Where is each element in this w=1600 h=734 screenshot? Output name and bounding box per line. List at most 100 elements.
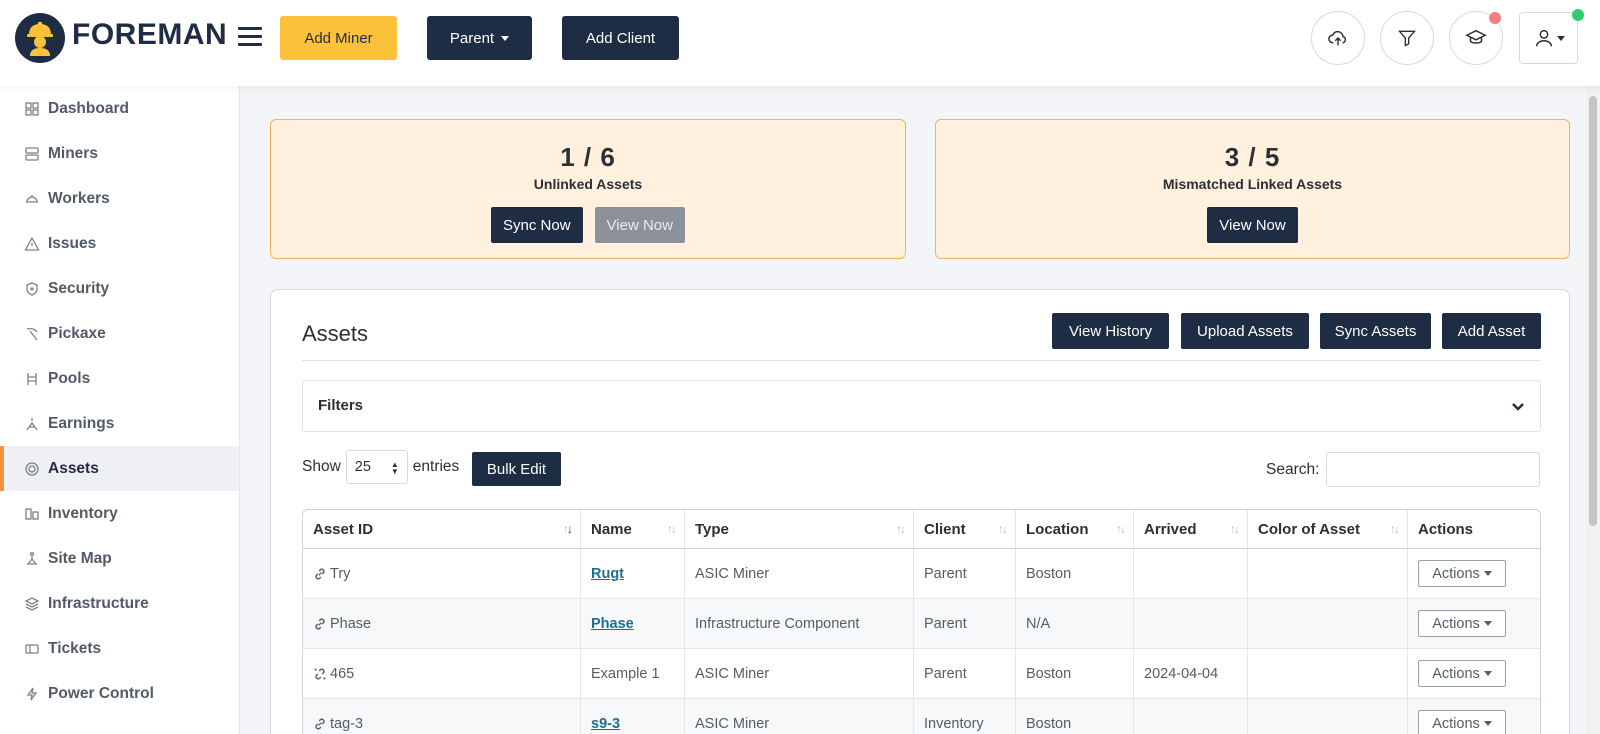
cell-name: Example 1 [581,649,685,698]
add-client-button[interactable]: Add Client [562,16,679,60]
column-header-label: Actions [1418,520,1474,538]
sidebar-item-miners[interactable]: Miners [0,131,239,176]
filters-accordion[interactable]: Filters [302,380,1541,432]
add-client-label: Add Client [585,29,656,47]
sidebar-item-label: Earnings [48,414,115,432]
foreman-logo-icon[interactable] [15,13,65,63]
cloud-upload-icon [1328,30,1347,46]
cell-color [1248,649,1408,698]
sidebar-item-pools[interactable]: Pools [0,356,239,401]
column-header-label: Color of Asset [1258,520,1360,538]
column-header-asset-id[interactable]: Asset ID ↑↓ [303,510,581,548]
column-header-type[interactable]: Type ↑↓ [685,510,914,548]
column-header-client[interactable]: Client ↑↓ [914,510,1016,548]
chevron-down-icon [1512,403,1524,411]
sort-icon[interactable]: ↑↓ [1390,522,1400,536]
column-header-label: Asset ID [313,520,374,538]
caret-down-icon [1483,671,1492,676]
sidebar-item-label: Pickaxe [48,324,106,342]
sort-icon[interactable]: ↑↓ [896,522,906,536]
parent-dropdown-button[interactable]: Parent [427,16,532,60]
entries-select[interactable]: 25 ▲ ▼ [345,450,408,484]
column-header-arrived[interactable]: Arrived ↑↓ [1134,510,1248,548]
column-header-color-of-asset[interactable]: Color of Asset ↑↓ [1248,510,1408,548]
show-entries: Show 25 ▲ ▼ entries [302,450,459,484]
cell-text: Infrastructure Component [695,615,860,632]
sidebar-item-workers[interactable]: Workers [0,176,239,221]
row-actions-button[interactable]: Actions [1418,560,1506,587]
actions-label: Actions [1432,715,1480,732]
view-now-mismatched-button[interactable]: View Now [1207,207,1298,243]
row-actions-button[interactable]: Actions [1418,710,1506,734]
search-input[interactable] [1326,452,1540,487]
sidebar-item-site-map[interactable]: Site Map [0,536,239,581]
caret-down-icon [1483,571,1492,576]
cell-name: s9-3 [581,699,685,734]
sidebar-item-label: Pools [48,369,91,387]
online-status-dot [1572,9,1584,21]
sidebar-item-assets[interactable]: Assets [0,446,239,491]
cell-arrived [1134,599,1248,648]
sort-icon[interactable]: ↑↓ [563,522,573,536]
add-asset-button[interactable]: Add Asset [1442,313,1541,349]
pickaxe-icon [24,326,40,342]
sync-assets-button[interactable]: Sync Assets [1320,313,1431,349]
user-menu-button[interactable] [1519,12,1578,64]
asset-name-link[interactable]: Rugt [591,566,624,582]
column-header-label: Client [924,520,966,538]
column-header-name[interactable]: Name ↑↓ [581,510,685,548]
scrollbar-thumb[interactable] [1589,96,1597,526]
sidebar-item-issues[interactable]: Issues [0,221,239,266]
cell-text: Try [330,565,351,582]
cell-text: ASIC Miner [695,715,770,732]
brand-name: FOREMAN [72,18,228,51]
add-miner-button[interactable]: Add Miner [280,16,397,60]
asset-name-link[interactable]: Phase [591,616,634,632]
view-now-unlinked-button[interactable]: View Now [594,207,685,243]
cell-type: ASIC Miner [685,549,914,598]
link-icon [313,567,327,581]
warning-icon [24,236,40,252]
row-actions-button[interactable]: Actions [1418,610,1506,637]
sidebar-item-inventory[interactable]: Inventory [0,491,239,536]
bulk-edit-button[interactable]: Bulk Edit [472,452,561,486]
cell-name: Rugt [581,549,685,598]
filter-button[interactable] [1380,11,1434,65]
cell-client: Parent [914,599,1016,648]
sidebar: Dashboard Miners Workers Issues Security Pick… [0,86,240,734]
asset-name-link[interactable]: s9-3 [591,716,620,732]
sidebar-item-label: Workers [48,189,110,207]
sidebar-item-pickaxe[interactable]: Pickaxe [0,311,239,356]
page-scrollbar[interactable] [1586,86,1600,734]
cell-text: Inventory [924,715,984,732]
cell-asset-id: Phase [303,599,581,648]
dashboard-icon [24,101,40,117]
cell-asset-id: 465 [303,649,581,698]
column-header-location[interactable]: Location ↑↓ [1016,510,1134,548]
sort-icon[interactable]: ↑↓ [667,522,677,536]
upload-assets-button[interactable]: Upload Assets [1181,313,1309,349]
column-header-label: Arrived [1144,520,1197,538]
select-arrows-icon: ▲ ▼ [390,460,399,476]
cell-text: tag-3 [330,715,364,732]
sort-icon[interactable]: ↑↓ [1230,522,1240,536]
cloud-upload-button[interactable] [1311,11,1365,65]
menu-toggle-icon[interactable] [238,27,262,47]
view-history-button[interactable]: View History [1052,313,1169,349]
sidebar-item-infrastructure[interactable]: Infrastructure [0,581,239,626]
sidebar-item-power-control[interactable]: Power Control [0,671,239,716]
earnings-icon [24,416,40,432]
user-icon [1535,29,1552,47]
sort-icon[interactable]: ↑↓ [1116,522,1126,536]
actions-label: Actions [1432,665,1480,682]
row-actions-button[interactable]: Actions [1418,660,1506,687]
cell-actions: Actions [1408,549,1540,598]
sort-icon[interactable]: ↑↓ [998,522,1008,536]
sidebar-item-tickets[interactable]: Tickets [0,626,239,671]
sidebar-item-dashboard[interactable]: Dashboard [0,86,239,131]
unlinked-assets-card: 1 / 6 Unlinked Assets Sync Now View Now [270,119,906,259]
sync-now-button[interactable]: Sync Now [491,207,583,243]
sidebar-item-security[interactable]: Security [0,266,239,311]
cell-type: ASIC Miner [685,699,914,734]
sidebar-item-earnings[interactable]: Earnings [0,401,239,446]
